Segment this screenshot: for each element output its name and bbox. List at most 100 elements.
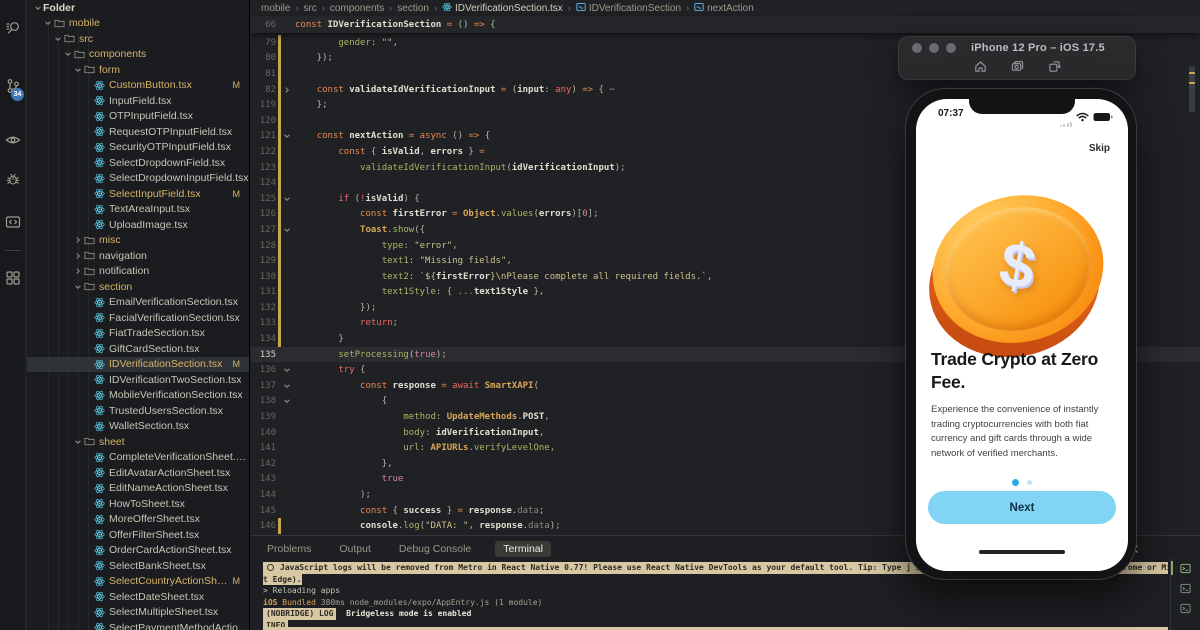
tree-file-moreoffersheet-tsx[interactable]: MoreOfferSheet.tsx (27, 512, 249, 528)
grid-icon[interactable] (5, 270, 21, 286)
skip-button[interactable]: Skip (1089, 143, 1110, 154)
react-file-icon (93, 606, 106, 618)
tree-file-editavataractionsheet-tsx[interactable]: EditAvatarActionSheet.tsx (27, 465, 249, 481)
line-number: 136 (251, 365, 276, 375)
editor-scrollbar[interactable] (1189, 66, 1195, 112)
tree-file-selectinputfield-tsx[interactable]: SelectInputField.tsxM (27, 186, 249, 202)
window-close-button[interactable] (912, 43, 922, 53)
panel-tab-output[interactable]: Output (335, 541, 375, 557)
tree-file-howtosheet-tsx[interactable]: HowToSheet.tsx (27, 496, 249, 512)
tree-file-trusteduserssection-tsx[interactable]: TrustedUsersSection.tsx (27, 403, 249, 419)
tree-folder-components[interactable]: components (27, 47, 249, 63)
code-line-66[interactable]: 66const IDVerificationSection = () => { (251, 17, 496, 33)
terminal-instance-1[interactable] (1171, 558, 1200, 578)
panel-tab-terminal[interactable]: Terminal (495, 541, 551, 557)
eye-icon[interactable] (5, 132, 21, 148)
line-number: 129 (251, 256, 276, 266)
tree-file-inputfield-tsx[interactable]: InputField.tsx (27, 93, 249, 109)
tree-folder-sheet[interactable]: sheet (27, 434, 249, 450)
tree-folder-section[interactable]: section (27, 279, 249, 295)
fold-expanded-icon[interactable] (281, 366, 293, 374)
sticky-scroll-line[interactable]: 66const IDVerificationSection = () => { (251, 16, 1200, 33)
phone-screen: 07:37 Skip $ Trade Crypto at Zero Fee. E… (916, 99, 1128, 571)
tree-file-selectpaymentmethodactionshe[interactable]: SelectPaymentMethodActionShe... (27, 620, 249, 630)
tree-file-selectmultiplesheet-tsx[interactable]: SelectMultipleSheet.tsx (27, 605, 249, 621)
tree-file-walletsection-tsx[interactable]: WalletSection.tsx (27, 419, 249, 435)
tree-file-custombutton-tsx[interactable]: CustomButton.tsxM (27, 78, 249, 94)
tree-file-selectbanksheet-tsx[interactable]: SelectBankSheet.tsx (27, 558, 249, 574)
breadcrumb-item-idverificationsection[interactable]: IDVerificationSection (576, 2, 681, 15)
tree-file-giftcardsection-tsx[interactable]: GiftCardSection.tsx (27, 341, 249, 357)
screenshot-icon[interactable] (1011, 60, 1024, 78)
fold-collapsed-icon[interactable] (281, 86, 293, 94)
tree-file-requestotpinputfield-tsx[interactable]: RequestOTPInputField.tsx (27, 124, 249, 140)
tree-file-textareainput-tsx[interactable]: TextAreaInput.tsx (27, 202, 249, 218)
tree-folder-form[interactable]: form (27, 62, 249, 78)
home-icon[interactable] (974, 60, 987, 78)
tree-file-facialverificationsection-tsx[interactable]: FacialVerificationSection.tsx (27, 310, 249, 326)
code-text: const { success } = response.data; (293, 506, 544, 516)
fold-expanded-icon[interactable] (281, 195, 293, 203)
breadcrumb-item-section[interactable]: section (397, 3, 429, 14)
line-number: 131 (251, 287, 276, 297)
tree-file-selectdropdownfield-tsx[interactable]: SelectDropdownField.tsx (27, 155, 249, 171)
panel-tab-debug-console[interactable]: Debug Console (395, 541, 475, 557)
breadcrumb-item-idverificationsection-tsx[interactable]: IDVerificationSection.tsx (442, 2, 563, 15)
tree-file-mobileverificationsection-tsx[interactable]: MobileVerificationSection.tsx (27, 388, 249, 404)
code-text: Toast.show({ (293, 225, 425, 235)
tree-folder-navigation[interactable]: navigation (27, 248, 249, 264)
tree-folder-src[interactable]: src (27, 31, 249, 47)
pagination-dot-active[interactable] (1012, 479, 1019, 486)
line-number: 144 (251, 490, 276, 500)
home-indicator[interactable] (979, 550, 1065, 555)
breadcrumb-separator: › (434, 3, 437, 13)
tree-file-emailverificationsection-tsx[interactable]: EmailVerificationSection.tsx (27, 295, 249, 311)
tree-item-label: OfferFilterSheet.tsx (109, 529, 199, 541)
tree-file-selectdatesheet-tsx[interactable]: SelectDateSheet.tsx (27, 589, 249, 605)
tree-file-idverificationtwosection-tsx[interactable]: IDVerificationTwoSection.tsx (27, 372, 249, 388)
tree-file-securityotpinputfield-tsx[interactable]: SecurityOTPInputField.tsx (27, 140, 249, 156)
terminal-instance-2[interactable] (1171, 578, 1200, 598)
terminal-instance-3[interactable] (1171, 598, 1200, 618)
fold-expanded-icon[interactable] (281, 132, 293, 140)
tree-folder-notification[interactable]: notification (27, 264, 249, 280)
tree-file-fiattradesection-tsx[interactable]: FiatTradeSection.tsx (27, 326, 249, 342)
rotate-icon[interactable] (1048, 60, 1061, 78)
tree-item-label: CustomButton.tsx (109, 79, 192, 91)
next-button[interactable]: Next (928, 491, 1116, 524)
pagination-dot-inactive[interactable] (1027, 480, 1032, 485)
breadcrumb-separator: › (295, 3, 298, 13)
simulator-toolbar-window[interactable]: iPhone 12 Pro – iOS 17.5 (898, 36, 1136, 80)
breadcrumb-item-mobile[interactable]: mobile (261, 3, 290, 14)
line-number: 130 (251, 272, 276, 282)
line-number: 133 (251, 318, 276, 328)
tree-file-selectdropdowninputfield-tsx[interactable]: SelectDropdownInputField.tsx (27, 171, 249, 187)
fold-expanded-icon[interactable] (281, 226, 293, 234)
tree-file-uploadimage-tsx[interactable]: UploadImage.tsx (27, 217, 249, 233)
tree-file-ordercardactionsheet-tsx[interactable]: OrderCardActionSheet.tsx (27, 543, 249, 559)
window-zoom-button[interactable] (946, 43, 956, 53)
fold-expanded-icon[interactable] (281, 397, 293, 405)
panel-tab-problems[interactable]: Problems (263, 541, 315, 557)
preview-icon[interactable] (5, 214, 21, 230)
debug-icon[interactable] (5, 171, 21, 187)
tree-folder-misc[interactable]: misc (27, 233, 249, 249)
tree-file-otpinputfield-tsx[interactable]: OTPInputField.tsx (27, 109, 249, 125)
tree-folder-folder[interactable]: Folder (27, 0, 249, 16)
tree-file-selectcountryactionsheet-tsx[interactable]: SelectCountryActionSheet.tsxM (27, 574, 249, 590)
fold-expanded-icon[interactable] (281, 382, 293, 390)
window-minimize-button[interactable] (929, 43, 939, 53)
search-icon[interactable] (5, 20, 21, 36)
line-number: 141 (251, 443, 276, 453)
breadcrumb-item-components[interactable]: components (330, 3, 384, 14)
breadcrumb-item-src[interactable]: src (303, 3, 316, 14)
tree-file-idverificationsection-tsx[interactable]: IDVerificationSection.tsxM (27, 357, 249, 373)
breadcrumb-item-nextaction[interactable]: nextAction (694, 2, 754, 15)
line-number: 122 (251, 147, 276, 157)
git-change-bar (278, 113, 281, 129)
tree-file-offerfiltersheet-tsx[interactable]: OfferFilterSheet.tsx (27, 527, 249, 543)
breadcrumb-separator: › (389, 3, 392, 13)
tree-folder-mobile[interactable]: mobile (27, 16, 249, 32)
tree-file-editnameactionsheet-tsx[interactable]: EditNameActionSheet.tsx (27, 481, 249, 497)
tree-file-completeverificationsheet-tsx[interactable]: CompleteVerificationSheet.tsx (27, 450, 249, 466)
